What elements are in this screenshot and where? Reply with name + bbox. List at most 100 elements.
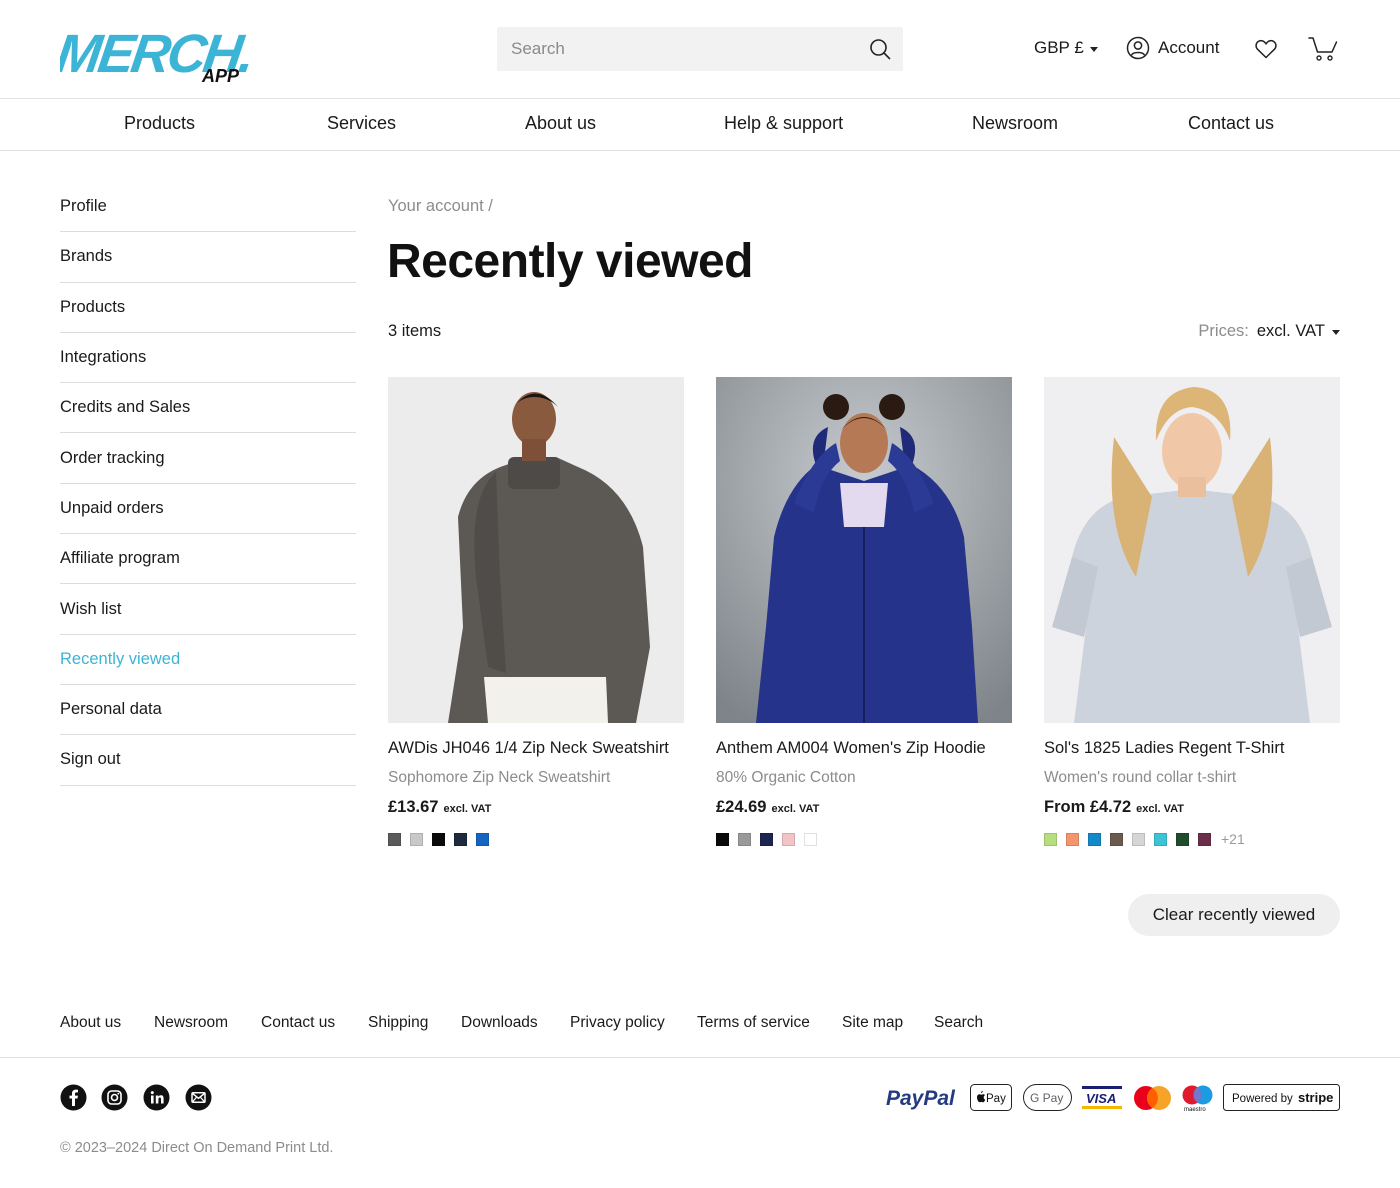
breadcrumb[interactable]: Your account / <box>388 197 493 216</box>
color-swatch[interactable] <box>782 832 795 846</box>
footer-link-downloads[interactable]: Downloads <box>461 1014 538 1032</box>
color-swatch[interactable] <box>1088 832 1101 846</box>
color-swatch[interactable] <box>804 832 817 846</box>
search-bar <box>497 27 903 71</box>
sidebar-item-recently-viewed[interactable]: Recently viewed <box>60 635 356 685</box>
color-swatch[interactable] <box>1176 832 1189 846</box>
items-count: 3 items <box>388 322 442 340</box>
footer-link-shipping[interactable]: Shipping <box>368 1014 428 1032</box>
paypal-logo-icon: PayPal <box>886 1087 956 1110</box>
color-swatch[interactable] <box>1066 832 1079 846</box>
sidebar-item-credits-sales[interactable]: Credits and Sales <box>60 383 356 434</box>
sidebar-item-personal-data[interactable]: Personal data <box>60 685 356 736</box>
color-swatch[interactable] <box>1154 832 1167 846</box>
search-icon[interactable] <box>869 38 891 60</box>
woman-tshirt-photo <box>1044 377 1340 723</box>
mastercard-icon <box>1134 1086 1171 1110</box>
product-image[interactable] <box>388 377 684 723</box>
nav-contact-us[interactable]: Contact us <box>1188 113 1274 134</box>
chevron-down-icon <box>1089 46 1098 52</box>
color-swatch[interactable] <box>388 832 401 846</box>
more-colors-count[interactable]: +21 <box>1221 831 1245 847</box>
footer-link-search[interactable]: Search <box>934 1014 983 1032</box>
apple-pay-icon: Pay <box>970 1084 1012 1111</box>
currency-selector[interactable]: GBP £ <box>1034 38 1098 58</box>
visa-icon: VISA <box>1082 1086 1122 1109</box>
product-card: Sol's 1825 Ladies Regent T-Shirt Women's… <box>1044 377 1340 847</box>
maestro-text: maestro <box>1184 1107 1206 1112</box>
product-price: £24.69 excl. VAT <box>716 798 1012 817</box>
color-swatch[interactable] <box>476 832 489 846</box>
sidebar-item-wish-list[interactable]: Wish list <box>60 584 356 635</box>
maestro-icon: maestro <box>1182 1085 1213 1112</box>
heart-icon[interactable] <box>1254 37 1278 61</box>
product-name[interactable]: Sol's 1825 Ladies Regent T-Shirt <box>1044 739 1340 758</box>
color-swatches <box>716 832 1012 846</box>
sidebar-item-brands[interactable]: Brands <box>60 232 356 283</box>
google-pay-icon: G Pay <box>1023 1084 1072 1111</box>
account-link[interactable]: Account <box>1126 36 1219 60</box>
color-swatch[interactable] <box>454 832 467 846</box>
sidebar-item-sign-out[interactable]: Sign out <box>60 735 356 786</box>
footer-navigation: About us Newsroom Contact us Shipping Do… <box>0 1013 1400 1058</box>
sidebar-item-integrations[interactable]: Integrations <box>60 333 356 384</box>
color-swatches <box>388 832 684 846</box>
sidebar-item-profile[interactable]: Profile <box>60 182 356 233</box>
footer-link-terms-of-service[interactable]: Terms of service <box>697 1014 810 1032</box>
stripe-badge-icon: Powered by stripe <box>1223 1084 1340 1111</box>
sidebar-item-affiliate-program[interactable]: Affiliate program <box>60 534 356 585</box>
cart-icon[interactable] <box>1308 35 1338 63</box>
product-name[interactable]: Anthem AM004 Women's Zip Hoodie <box>716 739 1012 758</box>
nav-products[interactable]: Products <box>124 113 195 134</box>
product-image[interactable] <box>1044 377 1340 723</box>
product-price: £13.67 excl. VAT <box>388 798 684 817</box>
color-swatch[interactable] <box>1110 832 1123 846</box>
sidebar-item-unpaid-orders[interactable]: Unpaid orders <box>60 484 356 535</box>
product-subtitle: 80% Organic Cotton <box>716 769 856 786</box>
color-swatch[interactable] <box>760 832 773 846</box>
sidebar-item-order-tracking[interactable]: Order tracking <box>60 433 356 484</box>
vat-label: excl. VAT <box>771 803 820 815</box>
footer-link-newsroom[interactable]: Newsroom <box>154 1014 228 1032</box>
woman-hoodie-photo <box>716 377 1012 723</box>
product-name[interactable]: AWDis JH046 1/4 Zip Neck Sweatshirt <box>388 739 684 758</box>
google-pay-text: G Pay <box>1030 1091 1063 1105</box>
price-value: £24.69 <box>716 798 767 816</box>
product-image[interactable] <box>716 377 1012 723</box>
facebook-icon[interactable] <box>60 1084 87 1111</box>
apple-pay-text: Pay <box>986 1093 1006 1105</box>
nav-newsroom[interactable]: Newsroom <box>972 113 1058 134</box>
color-swatch[interactable] <box>1044 832 1057 846</box>
color-swatch[interactable] <box>1132 832 1145 846</box>
instagram-icon[interactable] <box>101 1084 128 1111</box>
footer-link-about-us[interactable]: About us <box>60 1014 121 1032</box>
account-label: Account <box>1158 38 1220 57</box>
prices-vat-selector[interactable]: excl. VAT <box>1257 322 1340 341</box>
stripe-brand-text: stripe <box>1298 1090 1333 1105</box>
color-swatch[interactable] <box>432 832 445 846</box>
sidebar-item-products[interactable]: Products <box>60 283 356 333</box>
footer-link-privacy-policy[interactable]: Privacy policy <box>570 1014 665 1032</box>
clear-recently-viewed-button[interactable]: Clear recently viewed <box>1128 894 1340 936</box>
product-subtitle: Sophomore Zip Neck Sweatshirt <box>388 769 611 786</box>
footer-link-contact-us[interactable]: Contact us <box>261 1014 335 1032</box>
price-value: £13.67 <box>388 798 439 816</box>
color-swatch[interactable] <box>1198 832 1211 846</box>
site-header: MERCH. APP GBP £ Account <box>0 0 1400 99</box>
color-swatch[interactable] <box>716 832 729 846</box>
product-card: AWDis JH046 1/4 Zip Neck Sweatshirt Soph… <box>388 377 684 846</box>
nav-about-us[interactable]: About us <box>525 113 596 134</box>
product-subtitle: Women's round collar t-shirt <box>1044 769 1237 786</box>
chevron-down-icon <box>1332 330 1340 335</box>
vat-label: excl. VAT <box>443 803 492 815</box>
color-swatch[interactable] <box>738 832 751 846</box>
search-input[interactable] <box>497 27 857 71</box>
nav-services[interactable]: Services <box>327 113 396 134</box>
logo-sub-text: APP <box>201 66 240 84</box>
merch-app-logo[interactable]: MERCH. APP <box>60 16 260 84</box>
footer-link-site-map[interactable]: Site map <box>842 1014 903 1032</box>
nav-help-support[interactable]: Help & support <box>724 113 843 134</box>
linkedin-icon[interactable] <box>143 1084 170 1111</box>
email-icon[interactable] <box>185 1084 212 1111</box>
color-swatch[interactable] <box>410 832 423 846</box>
